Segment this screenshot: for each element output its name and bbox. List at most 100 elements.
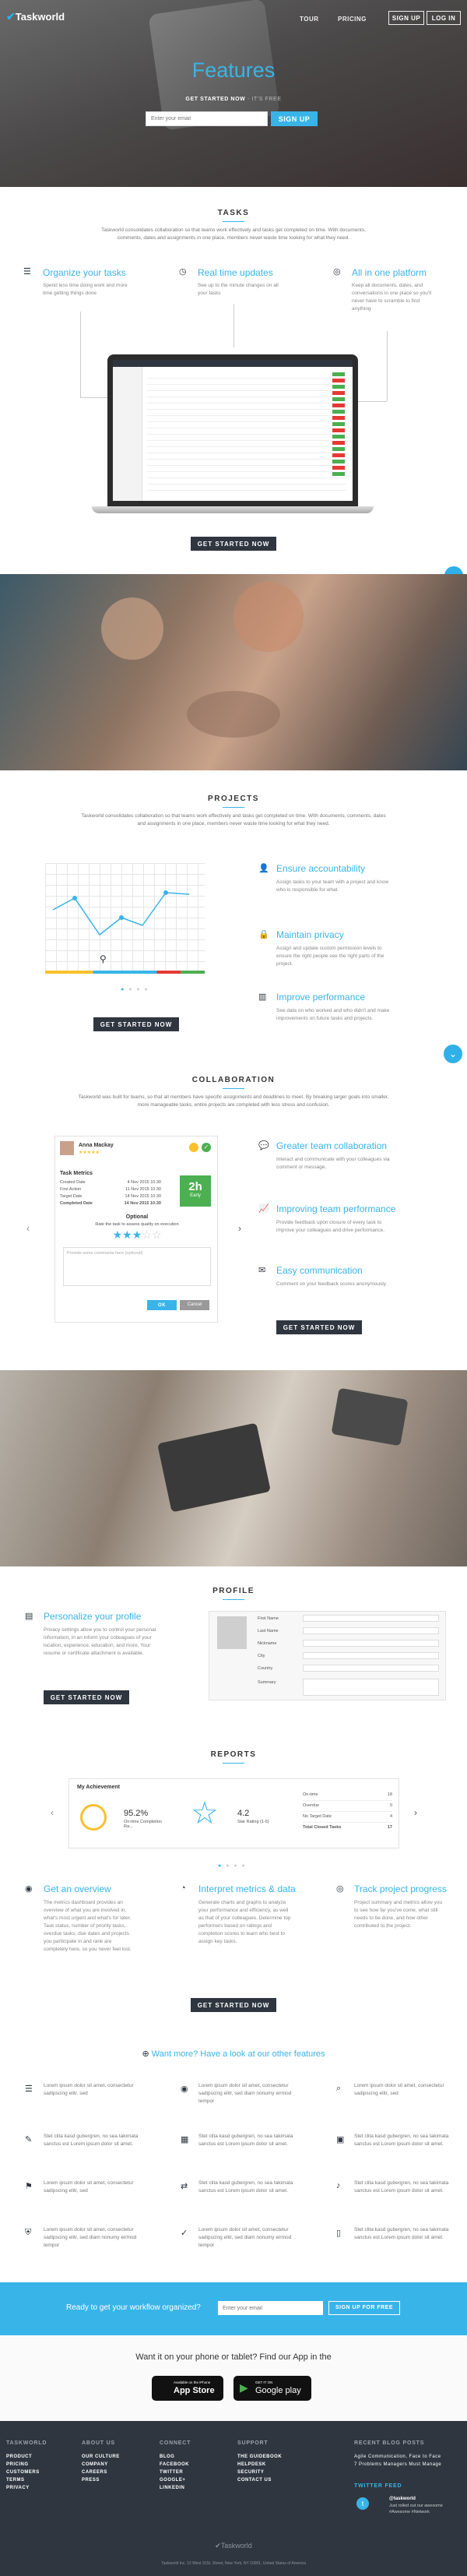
projects-intro: Taskworld consolidates collaboration so … [81,813,386,826]
app-section: Want it on your phone or tablet? Find ou… [0,2335,467,2421]
footer-link[interactable]: SECURITY [237,2470,264,2475]
footer-link[interactable]: PRICING [6,2462,29,2467]
banner-signup-button[interactable]: SIGN UP FOR FREE [328,2301,400,2315]
star-rating-input[interactable]: ★★★☆☆ [55,1228,219,1242]
ok-button[interactable]: OK [147,1300,177,1310]
carousel-next[interactable]: › [414,1807,417,1818]
blog-link[interactable]: Agile Communication, Face to Face [354,2454,441,2459]
id-card-icon: ▤ [25,1612,33,1621]
banner-email-input[interactable] [218,2301,323,2315]
app-status-column [332,372,345,477]
footer-link[interactable]: FACEBOOK [160,2462,189,2467]
field-input[interactable] [303,1652,439,1659]
pin-icon: ✎ [25,2135,33,2144]
table-row: Created Date 4 Nov 2015 10:30 [60,1180,161,1185]
table-row: Overdue 0 [303,1801,392,1812]
plus-circle-icon: ⊕ [142,2049,149,2059]
task-metrics-card: Anna Mackay ★★★★★ ✓ Task Metrics Created… [54,1136,218,1323]
laptop-base [92,506,374,513]
login-button[interactable]: LOG IN [427,11,461,25]
footer-link[interactable]: LINKEDIN [160,2486,184,2490]
footer-link[interactable]: BLOG [160,2454,174,2459]
footer-link[interactable]: TWITTER [160,2470,183,2475]
google-play-button[interactable]: ▶ GET IT ON Google play [234,2376,311,2401]
field-input[interactable] [303,1665,439,1672]
feature-item: Lorem ipsum dolor sit amet, consectetur … [44,2227,137,2248]
panel-title: Task Metrics [60,1171,93,1176]
carousel-dots[interactable]: ● ● ● ● [218,1863,247,1869]
app-store-button[interactable]: Available on the iPhone App Store [152,2376,223,2401]
brand-logo[interactable]: ✔Taskworld [6,10,65,23]
tasks-heading: TASKS [217,209,250,217]
collab-cta-button[interactable]: GET STARTED NOW [276,1320,362,1334]
hero-section: ✔Taskworld TOUR PRICING SIGN UP LOG IN F… [0,0,467,187]
early-badge: 2h Early [180,1175,211,1207]
card-title: My Achievement [77,1785,120,1790]
timeline-bar [45,971,205,974]
hero-email-input[interactable] [146,111,268,126]
feature-desc: The metrics dashboard provides an overvi… [44,1900,132,1952]
table-row: No Target Date 4 [303,1812,392,1823]
profile-divider [223,1599,244,1600]
blog-link[interactable]: 7 Problems Managers Must Manage [354,2462,441,2467]
footer-link[interactable]: CAREERS [82,2470,107,2475]
table-row: Total Closed Tasks 17 [303,1825,392,1830]
footer-link[interactable]: GOOGLE+ [160,2478,185,2483]
message-icon: ✉ [258,1266,266,1275]
feature-title: Improve performance [276,992,366,1003]
search-icon: ⌕ [336,2084,342,2093]
footer-link[interactable]: HELPDESK [237,2462,266,2467]
project-chart: ⚲ [45,863,205,974]
footer-link[interactable]: PRESS [82,2478,100,2483]
field-input[interactable] [303,1615,439,1622]
feature-desc: See data on who worked and who didn't an… [276,1008,390,1021]
nav-pricing[interactable]: PRICING [338,16,367,23]
scroll-down-button[interactable]: ⌄ [444,1045,462,1063]
footer-logo[interactable]: ✔Taskworld [0,2542,467,2550]
reports-divider [223,1763,244,1764]
carousel-prev[interactable]: ‹ [51,1807,54,1818]
comment-box[interactable]: Provide some comments here (optional) [63,1247,211,1286]
feature-title: Organize your tasks [43,267,126,278]
star-rating-label: Star Rating (1-5) [237,1820,269,1824]
footer-link[interactable]: THE GUIDEBOOK [237,2454,282,2459]
carousel-prev[interactable]: ‹ [26,1223,30,1234]
reports-cta-button[interactable]: GET STARTED NOW [191,1998,276,2012]
field-label: Last Name [258,1629,279,1633]
feature-title: Real time updates [198,267,273,278]
carousel-next[interactable]: › [238,1223,241,1234]
feature-title: Personalize your profile [44,1611,142,1622]
nav-tour[interactable]: TOUR [300,16,319,23]
feature-item: Stet clita kasd gubergren, no sea takima… [198,2134,293,2147]
feature-desc: Provide feedback upon closure of every t… [276,1220,385,1233]
hero-signup-button[interactable]: SIGN UP [271,111,318,126]
footer-link[interactable]: PRODUCT [6,2454,32,2459]
feature-desc: Interact and communicate with your colle… [276,1157,390,1170]
footer-link[interactable]: CONTACT US [237,2478,272,2483]
projects-cta-button[interactable]: GET STARTED NOW [93,1017,179,1031]
connector-line [387,331,388,401]
footer-heading: SUPPORT [237,2440,269,2446]
field-input[interactable] [303,1627,439,1634]
footer-link[interactable]: TERMS [6,2478,25,2483]
tasks-cta-button[interactable]: GET STARTED NOW [191,537,276,551]
footer-heading: RECENT BLOG POSTS [354,2440,425,2446]
profile-cta-button[interactable]: GET STARTED NOW [44,1690,129,1704]
footer-link[interactable]: PRIVACY [6,2486,30,2490]
footer-link[interactable]: COMPANY [82,2462,108,2467]
clock-icon [80,1804,107,1831]
carousel-dots[interactable]: ● ● ● ● [121,987,149,992]
footer-link[interactable]: OUR CULTURE [82,2454,120,2459]
tweet-user[interactable]: @taskworld [389,2497,416,2501]
chevron-down-icon: ⌄ [448,1048,458,1059]
person-shape [234,582,304,652]
metrics-table: Created Date 4 Nov 2015 10:30 First Actio… [60,1179,161,1207]
feature-title: Greater team collaboration [276,1140,388,1151]
field-input[interactable] [303,1679,439,1696]
field-input[interactable] [303,1640,439,1647]
feature-item: Lorem ipsum dolor sit amet, consectetur … [44,2180,134,2194]
cancel-button[interactable]: Cancel [180,1300,209,1310]
footer-link[interactable]: CUSTOMERS [6,2470,40,2475]
field-label: City [258,1654,265,1658]
signup-button[interactable]: SIGN UP [388,11,424,25]
